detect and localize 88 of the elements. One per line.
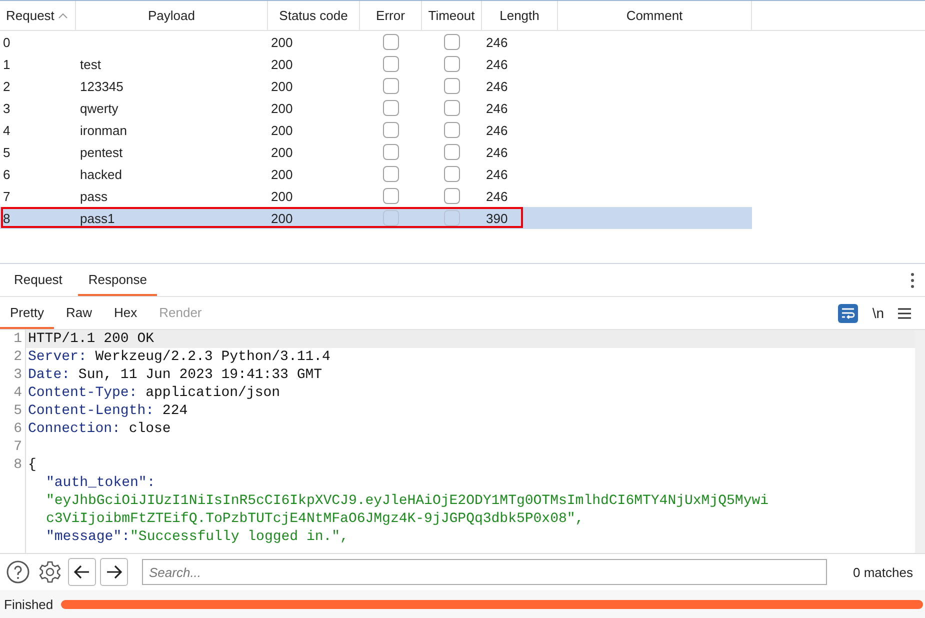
column-header[interactable]: Payload <box>76 1 268 30</box>
tab[interactable]: Request <box>4 265 72 296</box>
result-row[interactable]: 2 123345 200 246 <box>0 75 752 97</box>
column-header[interactable]: Length <box>482 1 558 30</box>
column-header[interactable]: Timeout <box>422 1 482 30</box>
result-row[interactable]: 4 ironman 200 246 <box>0 119 752 141</box>
table-cell-text: 7 <box>2 188 12 206</box>
table-cell-text: pass1 <box>79 210 116 228</box>
result-row[interactable]: 8 pass1 200 390 <box>0 207 752 229</box>
table-cell-text: 1 <box>2 56 12 74</box>
table-cell-text: 200 <box>270 166 294 184</box>
table-cell-text: 200 <box>270 78 294 96</box>
header-name: Connection: <box>28 420 120 438</box>
tab[interactable]: Hex <box>104 298 148 329</box>
table-cell-text: qwerty <box>79 100 120 118</box>
json-key: "message": <box>46 528 130 546</box>
header-name: Content-Type: <box>28 384 138 402</box>
table-cell-text: test <box>79 56 102 74</box>
table-cell-text: 3 <box>2 100 12 118</box>
tab[interactable]: Response <box>78 265 157 296</box>
match-count: 0 matches <box>853 564 913 580</box>
result-row[interactable]: 0 200 246 <box>0 31 752 53</box>
sort-ascending-icon <box>58 12 68 18</box>
result-row[interactable]: 5 pentest 200 246 <box>0 141 752 163</box>
table-cell-text: 246 <box>485 166 509 184</box>
table-cell-text: 2 <box>2 78 12 96</box>
table-cell-text: 8 <box>2 210 12 228</box>
header-name: Server: <box>28 348 87 366</box>
result-row[interactable]: 7 pass 200 246 <box>0 185 752 207</box>
word-wrap-icon[interactable] <box>838 304 858 322</box>
table-cell-text: 246 <box>485 78 509 96</box>
more-options-icon[interactable] <box>911 272 915 288</box>
newline-toggle[interactable]: \n <box>872 305 884 321</box>
line-number: 7 <box>12 438 23 456</box>
table-cell-text: 5 <box>2 144 12 162</box>
table-cell-text: 0 <box>2 34 12 52</box>
header-value: application/json <box>144 384 280 402</box>
line-number: 2 <box>12 348 23 366</box>
table-cell-text: 246 <box>485 56 509 74</box>
line-number: 6 <box>12 420 23 438</box>
table-cell-text: pass <box>79 188 108 206</box>
table-cell-text: 246 <box>485 144 509 162</box>
table-cell-text: ironman <box>79 122 128 140</box>
result-row[interactable]: 6 hacked 200 246 <box>0 163 752 185</box>
code-line: { <box>28 456 36 474</box>
table-cell-text: 200 <box>270 122 294 140</box>
table-cell-text: 200 <box>270 100 294 118</box>
header-value: 224 <box>161 402 188 420</box>
result-row[interactable]: 1 test 200 246 <box>0 53 752 75</box>
menu-icon[interactable] <box>898 308 911 318</box>
table-cell-text: 246 <box>485 188 509 206</box>
status-text: Finished <box>4 596 54 612</box>
result-row[interactable]: 3 qwerty 200 246 <box>0 97 752 119</box>
table-cell-text: 200 <box>270 34 294 52</box>
column-header[interactable]: Error <box>360 1 422 30</box>
json-string: "eyJhbGciOiJIUzI1NiIsInR5cCI6IkpXVCJ9.eyJleHAiOjE2ODY1MTg0OTMsImlhdCI6MTY4NjUxMjQ5Mywi <box>46 492 769 510</box>
table-cell-text: 390 <box>485 210 509 228</box>
column-header[interactable]: Status code <box>268 1 360 30</box>
line-number: 4 <box>12 384 23 402</box>
header-name: Content-Length: <box>28 402 154 420</box>
header-value: Werkzeug/2.2.3 Python/3.11.4 <box>94 348 330 366</box>
table-cell-text: 6 <box>2 166 12 184</box>
line-number: 3 <box>12 366 23 384</box>
table-cell-text: 246 <box>485 100 509 118</box>
table-cell-text: 200 <box>270 144 294 162</box>
table-cell-text: pentest <box>79 144 124 162</box>
json-string: c3ViIjoibmFtZTEifQ.ToPzbTUTcjE4NtMFaO6JMgz4K-9jJGPQq3dbk5P0x08", <box>46 510 584 528</box>
table-cell-text: 246 <box>485 34 509 52</box>
table-cell-text: 200 <box>270 210 294 228</box>
table-cell-text: 246 <box>485 122 509 140</box>
table-cell-text: hacked <box>79 166 123 184</box>
table-cell-text: 123345 <box>79 78 124 96</box>
table-cell-text: 200 <box>270 56 294 74</box>
table-cell-text: 4 <box>2 122 12 140</box>
header-name: Date: <box>28 366 70 384</box>
json-string: "Successfully logged in.", <box>130 528 348 546</box>
line-number: 5 <box>12 402 23 420</box>
header-value: Sun, 11 Jun 2023 19:41:33 GMT <box>77 366 322 384</box>
code-line: HTTP/1.1 200 OK <box>28 330 154 348</box>
column-header[interactable]: Request <box>0 1 76 30</box>
column-header[interactable]: Comment <box>558 1 752 30</box>
line-number: 1 <box>12 330 23 348</box>
search-field[interactable]: Search... <box>142 559 828 585</box>
json-key: "auth_token": <box>46 474 156 492</box>
table-cell-text: 200 <box>270 188 294 206</box>
tab[interactable]: Raw <box>56 298 102 329</box>
header-value: close <box>128 420 171 438</box>
line-number: 8 <box>12 456 23 474</box>
